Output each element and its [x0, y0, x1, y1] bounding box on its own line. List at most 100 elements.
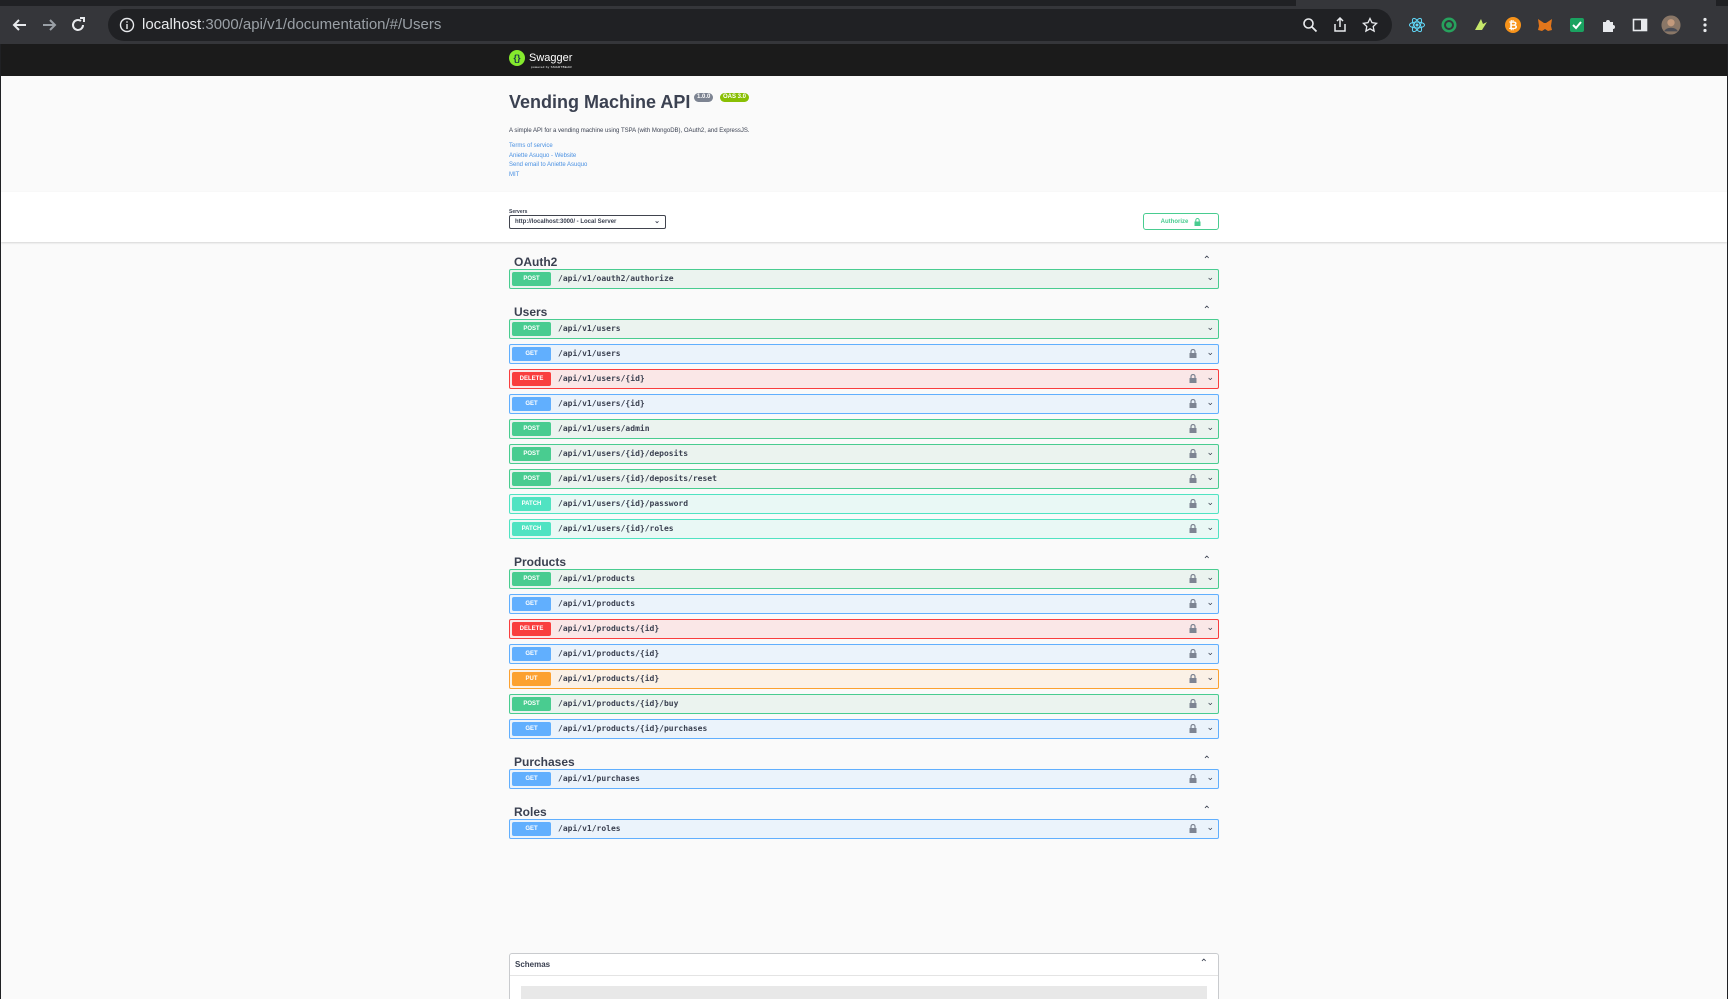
lock-icon[interactable] [1189, 599, 1197, 608]
chevron-down-icon[interactable]: ⌄ [1206, 697, 1214, 708]
operation-post[interactable]: POST/api/v1/users/{id}/deposits/reset ⌄ [509, 469, 1219, 489]
terms-of-service-link[interactable]: Terms of service [509, 143, 553, 149]
lock-icon[interactable] [1189, 424, 1197, 433]
chevron-down-icon[interactable]: ⌄ [1206, 647, 1214, 658]
url-host: localhost [142, 16, 202, 33]
chevron-down-icon[interactable]: ⌄ [1206, 347, 1214, 358]
lock-icon[interactable] [1189, 724, 1197, 733]
chevron-down-icon: ⌄ [654, 218, 660, 225]
operation-get[interactable]: GET/api/v1/purchases ⌄ [509, 769, 1219, 789]
chevron-down-icon[interactable]: ⌄ [1206, 372, 1214, 383]
forward-icon[interactable] [37, 13, 61, 37]
bird-icon[interactable] [1471, 15, 1491, 35]
chevron-up-icon[interactable]: ⌃ [1203, 305, 1211, 316]
lock-icon[interactable] [1189, 374, 1197, 383]
chevron-down-icon[interactable]: ⌄ [1206, 397, 1214, 408]
email-link[interactable]: Send email to Aniette Asuquo [509, 162, 587, 168]
react-devtools-icon[interactable] [1407, 15, 1427, 35]
lock-icon[interactable] [1189, 674, 1197, 683]
servers-selected-value: http://localhost:3000/ - Local Server [515, 219, 617, 225]
chevron-down-icon[interactable]: ⌄ [1206, 322, 1214, 333]
method-badge: POST [512, 697, 551, 711]
swagger-topbar: {} Swagger powered by SMARTBEAR [1, 44, 1727, 76]
site-info-icon[interactable] [119, 17, 135, 33]
lock-icon[interactable] [1189, 474, 1197, 483]
operation-post[interactable]: POST/api/v1/products ⌄ [509, 569, 1219, 589]
chevron-down-icon[interactable]: ⌄ [1206, 422, 1214, 433]
zoom-icon[interactable] [1302, 17, 1318, 33]
servers-select[interactable]: http://localhost:3000/ - Local Server ⌄ [509, 215, 666, 229]
chevron-up-icon[interactable]: ⌃ [1203, 555, 1211, 566]
chevron-down-icon[interactable]: ⌄ [1206, 772, 1214, 783]
operation-path: /api/v1/products [558, 574, 636, 583]
share-icon[interactable] [1332, 17, 1348, 33]
operation-delete[interactable]: DELETE/api/v1/users/{id} ⌄ [509, 369, 1219, 389]
lock-icon[interactable] [1189, 624, 1197, 633]
scheme-container: Servers http://localhost:3000/ - Local S… [1, 192, 1727, 242]
operation-get[interactable]: GET/api/v1/users/{id} ⌄ [509, 394, 1219, 414]
lock-icon[interactable] [1189, 699, 1197, 708]
swagger-logo-text: Swagger [529, 51, 573, 64]
green-check-icon[interactable] [1567, 15, 1587, 35]
tag-title: Products [514, 555, 567, 569]
chevron-down-icon[interactable]: ⌄ [1206, 822, 1214, 833]
puzzle-icon[interactable] [1599, 15, 1619, 35]
website-link[interactable]: Aniette Asuquo - Website [509, 153, 576, 159]
lock-icon[interactable] [1189, 824, 1197, 833]
target-icon[interactable] [1439, 15, 1459, 35]
schemas-title[interactable]: Schemas [515, 960, 550, 969]
operation-get[interactable]: GET/api/v1/users ⌄ [509, 344, 1219, 364]
back-icon[interactable] [8, 13, 32, 37]
operation-get[interactable]: GET/api/v1/products/{id} ⌄ [509, 644, 1219, 664]
menu-icon[interactable] [1695, 15, 1715, 35]
sidebar-icon[interactable] [1630, 15, 1650, 35]
chevron-down-icon[interactable]: ⌄ [1206, 447, 1214, 458]
chevron-up-icon[interactable]: ⌃ [1200, 958, 1208, 969]
operation-patch[interactable]: PATCH/api/v1/users/{id}/roles ⌄ [509, 519, 1219, 539]
chevron-up-icon[interactable]: ⌃ [1203, 255, 1211, 266]
metamask-icon[interactable] [1535, 15, 1555, 35]
bitcoin-icon[interactable]: ₿ [1503, 15, 1523, 35]
chevron-down-icon[interactable]: ⌄ [1206, 522, 1214, 533]
operation-post[interactable]: POST/api/v1/oauth2/authorize ⌄ [509, 269, 1219, 289]
swagger-logo[interactable]: {} Swagger powered by SMARTBEAR [509, 50, 573, 69]
chevron-down-icon[interactable]: ⌄ [1206, 497, 1214, 508]
lock-icon[interactable] [1189, 574, 1197, 583]
chevron-down-icon[interactable]: ⌄ [1206, 622, 1214, 633]
operation-post[interactable]: POST/api/v1/users/admin ⌄ [509, 419, 1219, 439]
chevron-down-icon[interactable]: ⌄ [1206, 672, 1214, 683]
lock-icon[interactable] [1189, 449, 1197, 458]
chevron-down-icon[interactable]: ⌄ [1206, 597, 1214, 608]
schema-model-row[interactable] [521, 986, 1207, 999]
lock-icon[interactable] [1189, 524, 1197, 533]
operation-post[interactable]: POST/api/v1/products/{id}/buy ⌄ [509, 694, 1219, 714]
chevron-down-icon[interactable]: ⌄ [1206, 572, 1214, 583]
operation-get[interactable]: GET/api/v1/products/{id}/purchases ⌄ [509, 719, 1219, 739]
chevron-down-icon[interactable]: ⌄ [1206, 722, 1214, 733]
reload-icon[interactable] [66, 13, 90, 37]
operation-delete[interactable]: DELETE/api/v1/products/{id} ⌄ [509, 619, 1219, 639]
lock-icon[interactable] [1189, 649, 1197, 658]
chevron-up-icon[interactable]: ⌃ [1203, 805, 1211, 816]
operation-get[interactable]: GET/api/v1/products ⌄ [509, 594, 1219, 614]
operation-patch[interactable]: PATCH/api/v1/users/{id}/password ⌄ [509, 494, 1219, 514]
profile-avatar[interactable] [1661, 15, 1681, 35]
bookmark-star-icon[interactable] [1362, 17, 1378, 33]
operation-put[interactable]: PUT/api/v1/products/{id} ⌄ [509, 669, 1219, 689]
authorize-button[interactable]: Authorize [1143, 213, 1219, 230]
chevron-down-icon[interactable]: ⌄ [1206, 472, 1214, 483]
license-link[interactable]: MIT [509, 172, 519, 178]
lock-icon[interactable] [1189, 774, 1197, 783]
method-badge: GET [512, 772, 551, 786]
operation-post[interactable]: POST/api/v1/users ⌄ [509, 319, 1219, 339]
method-badge: DELETE [512, 622, 551, 636]
lock-icon[interactable] [1189, 349, 1197, 358]
operation-get[interactable]: GET/api/v1/roles ⌄ [509, 819, 1219, 839]
address-bar[interactable]: localhost:3000/api/v1/documentation/#/Us… [108, 9, 1392, 41]
operation-path: /api/v1/purchases [558, 774, 640, 783]
operation-post[interactable]: POST/api/v1/users/{id}/deposits ⌄ [509, 444, 1219, 464]
chevron-down-icon[interactable]: ⌄ [1206, 272, 1214, 283]
lock-icon[interactable] [1189, 499, 1197, 508]
chevron-up-icon[interactable]: ⌃ [1203, 755, 1211, 766]
lock-icon[interactable] [1189, 399, 1197, 408]
